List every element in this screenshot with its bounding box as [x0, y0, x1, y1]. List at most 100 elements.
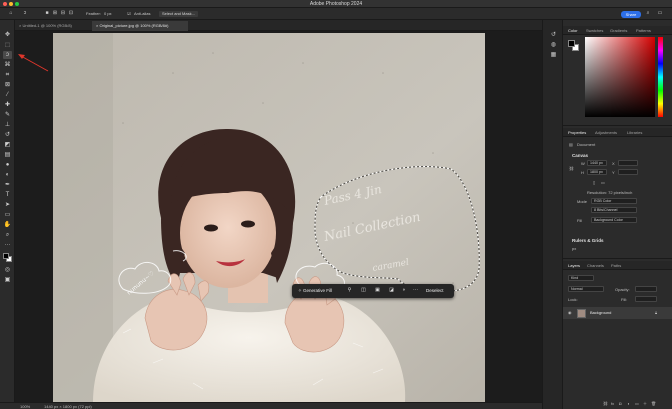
home-icon[interactable]: ⌂ [8, 11, 14, 16]
modify-selection-icon[interactable]: ◫ [360, 287, 367, 294]
workspace-icon[interactable]: ▭ [657, 11, 663, 16]
select-subject-icon[interactable]: ⚲ [346, 287, 353, 294]
anti-alias-checkbox[interactable]: ☑ [126, 11, 132, 16]
object-selection-tool-icon[interactable]: ⌘ [3, 61, 12, 69]
create-mask-icon[interactable]: ◪ [388, 287, 395, 294]
link-icon[interactable]: ⛓ [569, 166, 574, 171]
history-panel-icon[interactable]: ↺ [550, 32, 557, 39]
marquee-tool-icon[interactable]: ⬚ [3, 41, 12, 49]
color-picker-field[interactable] [585, 37, 655, 117]
history-brush-tool-icon[interactable]: ↺ [3, 131, 12, 139]
mode-label: Mode [577, 199, 588, 204]
width-field[interactable]: 1440 px [587, 160, 607, 166]
foreground-color-swatch[interactable] [3, 253, 9, 259]
invert-selection-icon[interactable]: ▣ [374, 287, 381, 294]
fill-select[interactable]: Background Color [591, 217, 637, 223]
intersect-selection-icon[interactable]: ⊡ [68, 11, 74, 16]
tab-paths[interactable]: Paths [611, 263, 621, 268]
add-mask-icon[interactable]: ◘ [619, 401, 621, 406]
tab-close-icon[interactable]: × [19, 23, 21, 28]
tab-layers[interactable]: Layers [568, 263, 580, 268]
rectangle-tool-icon[interactable]: ▭ [3, 211, 12, 219]
tab-patterns[interactable]: Patterns [636, 28, 651, 33]
feather-input[interactable]: 0 px [104, 11, 112, 16]
document-label: Document [577, 142, 596, 147]
opacity-field[interactable] [635, 286, 657, 292]
photo-canvas[interactable]: nununu~♡ Pass 4 Jin Nail Collection cara… [53, 33, 485, 402]
pen-tool-icon[interactable]: ✒ [3, 181, 12, 189]
tab-channels[interactable]: Channels [587, 263, 604, 268]
eraser-tool-icon[interactable]: ◩ [3, 141, 12, 149]
tab-original-picture[interactable]: × Original_picture.jpg @ 100% (RGB/8#) [92, 21, 188, 31]
type-tool-icon[interactable]: T [3, 191, 12, 199]
x-field[interactable] [618, 160, 638, 166]
delete-layer-icon[interactable]: 🗑︎ [651, 401, 656, 406]
hue-slider[interactable] [658, 37, 663, 117]
libraries-panel-icon[interactable]: ▦ [550, 52, 557, 59]
fill-opacity-field[interactable] [635, 296, 657, 302]
new-selection-icon[interactable]: ■ [44, 11, 50, 16]
zoom-tool-icon[interactable]: ⌕ [3, 231, 12, 239]
tab-adjustments[interactable]: Adjustments [595, 130, 617, 135]
layer-name[interactable]: Background [590, 310, 611, 315]
height-field[interactable]: 1800 px [587, 169, 607, 175]
status-bar: 100% 1440 px × 1800 px (72 ppi) [0, 402, 542, 409]
generative-fill-button[interactable]: ✧ Generative Fill [298, 288, 332, 294]
add-selection-icon[interactable]: ⊞ [52, 11, 58, 16]
zoom-level[interactable]: 100% [20, 404, 30, 409]
search-icon[interactable]: ⌕ [645, 11, 651, 16]
layer-filter-select[interactable]: Kind [568, 275, 594, 281]
layer-row[interactable]: ◉ Background 🔒︎ [563, 307, 672, 319]
adjustments-panel-icon[interactable]: ◍ [550, 42, 557, 49]
tab-properties[interactable]: Properties [568, 130, 586, 135]
clone-stamp-tool-icon[interactable]: ⊥ [3, 121, 12, 129]
blur-tool-icon[interactable]: ● [3, 161, 12, 169]
adjustment-layer-icon[interactable]: ◑ [627, 401, 629, 406]
tab-color[interactable]: Color [568, 28, 578, 33]
mode-select[interactable]: RGB Color [591, 198, 637, 204]
feather-label: Feather: [86, 11, 101, 16]
ruler-units-value[interactable]: px [572, 246, 576, 251]
tab-untitled[interactable]: × Untitled-1 @ 100% (RGB/8) [15, 21, 91, 31]
frame-tool-icon[interactable]: ⊠ [3, 81, 12, 89]
hand-tool-icon[interactable]: ✋ [3, 221, 12, 229]
subtract-selection-icon[interactable]: ⊟ [60, 11, 66, 16]
tab-libraries[interactable]: Libraries [627, 130, 642, 135]
orientation-landscape-icon[interactable]: ▭ [601, 180, 605, 185]
tab-gradients[interactable]: Gradients [610, 28, 627, 33]
path-selection-tool-icon[interactable]: ➤ [3, 201, 12, 209]
tab-swatches[interactable]: Swatches [586, 28, 603, 33]
brush-tool-icon[interactable]: ✎ [3, 111, 12, 119]
new-group-icon[interactable]: ▭ [635, 401, 639, 406]
y-field[interactable] [618, 169, 638, 175]
deselect-button[interactable]: Deselect [426, 288, 444, 293]
orientation-portrait-icon[interactable]: ▯ [593, 180, 595, 185]
more-tools-icon[interactable]: ··· [3, 241, 12, 249]
tab-close-icon[interactable]: × [96, 23, 98, 28]
new-layer-icon[interactable]: ＋ [643, 401, 647, 407]
toolbar: ✥ ⬚ ↄ ⌘ ⌗ ⊠ ⁄ ✚ ✎ ⊥ ↺ ◩ ▤ ● ◐ ✒ T ➤ ▭ ✋ … [0, 20, 15, 409]
share-button[interactable]: Share [621, 11, 641, 18]
foreground-color-chip[interactable] [568, 40, 575, 47]
select-and-mask-button[interactable]: Select and Mask... [159, 11, 198, 17]
screen-mode-icon[interactable]: ▣ [3, 276, 12, 284]
dodge-tool-icon[interactable]: ◐ [3, 171, 12, 179]
lasso-preset-icon[interactable]: ↄ [22, 11, 28, 16]
eyedropper-tool-icon[interactable]: ⁄ [3, 91, 12, 99]
move-tool-icon[interactable]: ✥ [3, 31, 12, 39]
blend-mode-select[interactable]: Normal [568, 286, 604, 292]
rulers-grids-heading[interactable]: Rulers & Grids [572, 238, 604, 243]
link-layers-icon[interactable]: ⛓ [603, 401, 608, 406]
canvas-area[interactable]: nununu~♡ Pass 4 Jin Nail Collection cara… [15, 31, 542, 402]
lasso-tool-icon[interactable]: ↄ [3, 51, 12, 59]
layer-style-icon[interactable]: fx [611, 401, 614, 406]
fill-selection-icon[interactable]: ◑ [400, 287, 407, 294]
more-options-icon[interactable]: ··· [412, 287, 419, 294]
bit-depth-select[interactable]: 8 Bits/Channel [591, 207, 637, 213]
canvas-heading[interactable]: Canvas [572, 153, 588, 158]
quick-mask-icon[interactable]: ◎ [3, 266, 12, 274]
gradient-tool-icon[interactable]: ▤ [3, 151, 12, 159]
crop-tool-icon[interactable]: ⌗ [3, 71, 12, 79]
visibility-eye-icon[interactable]: ◉ [568, 310, 572, 315]
healing-brush-tool-icon[interactable]: ✚ [3, 101, 12, 109]
